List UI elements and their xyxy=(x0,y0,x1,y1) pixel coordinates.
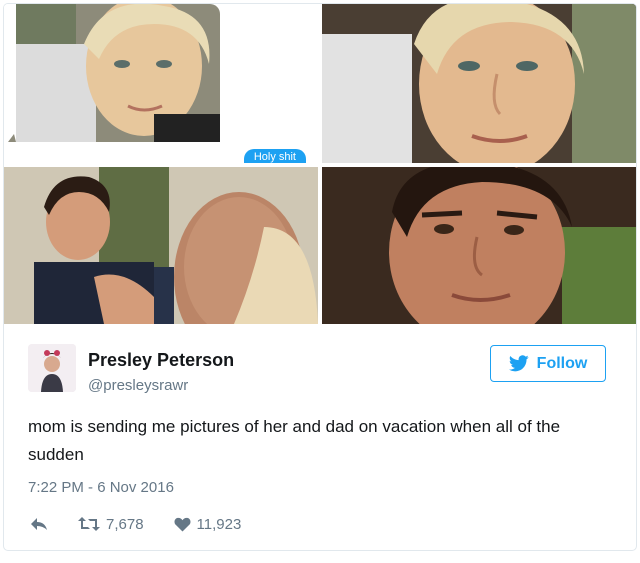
like-button[interactable]: 11,923 xyxy=(174,515,242,533)
photo-grid: Holy shit xyxy=(4,4,636,324)
photo-message-selfie[interactable]: Holy shit xyxy=(4,4,318,163)
tweet-body: Presley Peterson @presleysrawr Follow mo… xyxy=(4,324,636,550)
reply-button[interactable] xyxy=(30,516,48,532)
tweet-actions: 7,678 11,923 xyxy=(30,513,271,535)
display-name[interactable]: Presley Peterson xyxy=(88,350,234,371)
reply-icon xyxy=(30,516,48,532)
user-handle[interactable]: @presleysrawr xyxy=(88,377,188,394)
photo-man-closeup[interactable] xyxy=(322,167,636,324)
retweet-icon xyxy=(78,516,100,532)
message-bubble: Holy shit xyxy=(243,149,306,163)
photo-man-background[interactable] xyxy=(4,167,318,324)
embedded-tweet-card: Holy shit Presley Peterson @presleysrawr… xyxy=(3,3,637,551)
heart-icon xyxy=(174,517,191,532)
twitter-bird-icon xyxy=(508,355,529,372)
tweet-text: mom is sending me pictures of her and da… xyxy=(28,417,561,464)
follow-button[interactable]: Follow xyxy=(490,345,606,382)
like-count: 11,923 xyxy=(196,515,242,533)
tweet-timestamp[interactable]: 7:22 PM - 6 Nov 2016 xyxy=(28,479,174,496)
retweet-button[interactable]: 7,678 xyxy=(78,516,144,533)
grid-divider-vertical xyxy=(318,4,322,324)
photo-woman-closeup[interactable] xyxy=(322,4,636,163)
avatar[interactable] xyxy=(28,344,76,392)
retweet-count: 7,678 xyxy=(106,515,144,533)
follow-label: Follow xyxy=(536,354,588,372)
